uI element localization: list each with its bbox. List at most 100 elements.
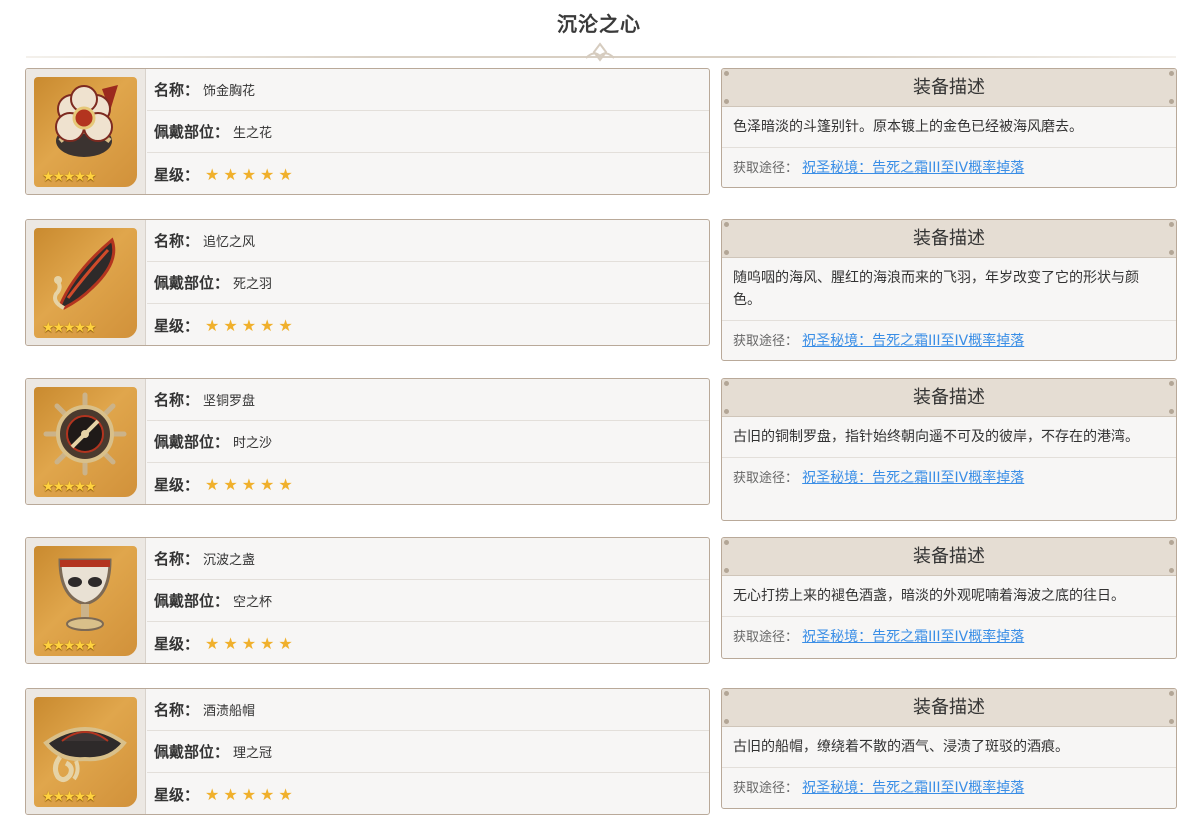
artifact-thumbnail-cell: ★★★★★ bbox=[26, 69, 146, 194]
artifact-info-card: ★★★★★ 名称： 酒渍船帽 佩戴部位： 理之冠 星级： ★★★★★ bbox=[25, 688, 710, 815]
name-row: 名称： 酒渍船帽 bbox=[147, 689, 709, 731]
slot-row: 佩戴部位： 理之冠 bbox=[147, 731, 709, 773]
name-label: 名称： bbox=[154, 81, 200, 99]
description-header: 装备描述 bbox=[722, 689, 1176, 727]
rarity-label: 星级： bbox=[154, 316, 200, 335]
artifact-slot: 死之羽 bbox=[233, 277, 273, 292]
description-text: 无心打捞上来的褪色酒盏，暗淡的外观呢喃着海波之底的往日。 bbox=[722, 576, 1176, 617]
description-title: 装备描述 bbox=[913, 228, 985, 249]
artifact-thumbnail-cell: ★★★★★ bbox=[26, 538, 146, 663]
description-header: 装备描述 bbox=[722, 379, 1176, 417]
artifact-thumbnail-cell: ★★★★★ bbox=[26, 689, 146, 814]
rarity-stars: ★★★★★ bbox=[205, 633, 297, 653]
source-link[interactable]: 祝圣秘境：告死之霜III至IV概率掉落 bbox=[802, 333, 1024, 349]
name-row: 名称： 追忆之风 bbox=[147, 220, 709, 262]
rarity-row: 星级： ★★★★★ bbox=[147, 622, 709, 663]
source-label: 获取途径： bbox=[733, 334, 799, 349]
rarity-label: 星级： bbox=[154, 475, 200, 494]
artifact-info-card: ★★★★★ 名称： 沉波之盏 佩戴部位： 空之杯 星级： ★★★★★ bbox=[25, 537, 710, 664]
source-label: 获取途径： bbox=[733, 471, 799, 486]
flower-brooch-icon bbox=[55, 85, 118, 157]
artifact-thumbnail-cell: ★★★★★ bbox=[26, 379, 146, 504]
feather-icon bbox=[53, 237, 116, 310]
source-link[interactable]: 祝圣秘境：告死之霜III至IV概率掉落 bbox=[802, 780, 1024, 796]
artifact-info-card: ★★★★★ 名称： 饰金胸花 佩戴部位： 生之花 星级： ★★★★★ bbox=[25, 68, 710, 195]
thumbnail-rarity-stars: ★★★★★ bbox=[42, 169, 97, 185]
source-row: 获取途径： 祝圣秘境：告死之霜III至IV概率掉落 bbox=[722, 321, 1176, 360]
description-card: 装备描述 无心打捞上来的褪色酒盏，暗淡的外观呢喃着海波之底的往日。 获取途径： … bbox=[721, 537, 1177, 659]
description-card: 装备描述 随呜咽的海风、腥红的海浪而来的飞羽，年岁改变了它的形状与颜色。 获取途… bbox=[721, 219, 1177, 361]
artifact-name: 饰金胸花 bbox=[203, 84, 256, 99]
artifact-thumbnail[interactable]: ★★★★★ bbox=[34, 697, 137, 807]
rarity-stars: ★★★★★ bbox=[205, 784, 297, 804]
name-label: 名称： bbox=[154, 391, 200, 409]
source-row: 获取途径： 祝圣秘境：告死之霜III至IV概率掉落 bbox=[722, 148, 1176, 187]
rarity-stars: ★★★★★ bbox=[205, 164, 297, 184]
description-title: 装备描述 bbox=[913, 77, 985, 98]
artifact-name: 追忆之风 bbox=[203, 235, 256, 250]
page-title: 沉沦之心 bbox=[557, 12, 641, 36]
artifact-slot: 生之花 bbox=[233, 126, 273, 141]
artifact-thumbnail[interactable]: ★★★★★ bbox=[34, 387, 137, 497]
source-link[interactable]: 祝圣秘境：告死之霜III至IV概率掉落 bbox=[802, 629, 1024, 645]
rarity-row: 星级： ★★★★★ bbox=[147, 463, 709, 504]
slot-label: 佩戴部位： bbox=[154, 123, 230, 141]
thumbnail-rarity-stars: ★★★★★ bbox=[42, 479, 97, 495]
thumbnail-rarity-stars: ★★★★★ bbox=[42, 320, 97, 336]
source-row: 获取途径： 祝圣秘境：告死之霜III至IV概率掉落 bbox=[722, 617, 1176, 657]
source-link[interactable]: 祝圣秘境：告死之霜III至IV概率掉落 bbox=[802, 160, 1024, 176]
artifact-name: 沉波之盏 bbox=[203, 553, 256, 568]
compass-icon bbox=[43, 392, 127, 476]
goblet-icon bbox=[58, 558, 112, 631]
tricorn-hat-icon bbox=[43, 727, 127, 783]
name-row: 名称： 坚铜罗盘 bbox=[147, 379, 709, 421]
artifact-name: 坚铜罗盘 bbox=[203, 394, 256, 409]
slot-label: 佩戴部位： bbox=[154, 743, 230, 761]
rarity-label: 星级： bbox=[154, 634, 200, 653]
source-link[interactable]: 祝圣秘境：告死之霜III至IV概率掉落 bbox=[802, 470, 1024, 486]
name-label: 名称： bbox=[154, 701, 200, 719]
description-text: 古旧的铜制罗盘，指针始终朝向遥不可及的彼岸，不存在的港湾。 bbox=[722, 417, 1176, 458]
description-card: 装备描述 古旧的铜制罗盘，指针始终朝向遥不可及的彼岸，不存在的港湾。 获取途径：… bbox=[721, 378, 1177, 521]
rarity-row: 星级： ★★★★★ bbox=[147, 153, 709, 194]
source-label: 获取途径： bbox=[733, 630, 799, 645]
description-header: 装备描述 bbox=[722, 69, 1176, 107]
thumbnail-rarity-stars: ★★★★★ bbox=[42, 638, 97, 654]
artifact-info-card: ★★★★★ 名称： 坚铜罗盘 佩戴部位： 时之沙 星级： ★★★★★ bbox=[25, 378, 710, 505]
name-label: 名称： bbox=[154, 232, 200, 250]
rarity-stars: ★★★★★ bbox=[205, 474, 297, 494]
artifact-info-card: ★★★★★ 名称： 追忆之风 佩戴部位： 死之羽 星级： ★★★★★ bbox=[25, 219, 710, 346]
artifact-slot: 理之冠 bbox=[233, 746, 273, 761]
ornament-icon bbox=[585, 42, 615, 62]
description-title: 装备描述 bbox=[913, 387, 985, 408]
rarity-label: 星级： bbox=[154, 785, 200, 804]
name-label: 名称： bbox=[154, 550, 200, 568]
thumbnail-rarity-stars: ★★★★★ bbox=[42, 789, 97, 805]
artifact-name: 酒渍船帽 bbox=[203, 704, 256, 719]
slot-row: 佩戴部位： 时之沙 bbox=[147, 421, 709, 463]
slot-label: 佩戴部位： bbox=[154, 274, 230, 292]
artifact-thumbnail-cell: ★★★★★ bbox=[26, 220, 146, 345]
rarity-row: 星级： ★★★★★ bbox=[147, 773, 709, 814]
name-row: 名称： 饰金胸花 bbox=[147, 69, 709, 111]
description-title: 装备描述 bbox=[913, 546, 985, 567]
slot-label: 佩戴部位： bbox=[154, 433, 230, 451]
description-header: 装备描述 bbox=[722, 220, 1176, 258]
artifact-thumbnail[interactable]: ★★★★★ bbox=[34, 546, 137, 656]
artifact-thumbnail[interactable]: ★★★★★ bbox=[34, 228, 137, 338]
source-label: 获取途径： bbox=[733, 161, 799, 176]
source-row: 获取途径： 祝圣秘境：告死之霜III至IV概率掉落 bbox=[722, 458, 1176, 498]
name-row: 名称： 沉波之盏 bbox=[147, 538, 709, 580]
rarity-stars: ★★★★★ bbox=[205, 315, 297, 335]
slot-row: 佩戴部位： 死之羽 bbox=[147, 262, 709, 304]
description-card: 装备描述 色泽暗淡的斗篷别针。原本镀上的金色已经被海风磨去。 获取途径： 祝圣秘… bbox=[721, 68, 1177, 188]
artifact-slot: 空之杯 bbox=[233, 595, 273, 610]
source-row: 获取途径： 祝圣秘境：告死之霜III至IV概率掉落 bbox=[722, 768, 1176, 808]
rarity-row: 星级： ★★★★★ bbox=[147, 304, 709, 345]
description-text: 古旧的船帽，缭绕着不散的酒气、浸渍了斑驳的酒痕。 bbox=[722, 727, 1176, 768]
description-text: 色泽暗淡的斗篷别针。原本镀上的金色已经被海风磨去。 bbox=[722, 107, 1176, 148]
artifact-thumbnail[interactable]: ★★★★★ bbox=[34, 77, 137, 187]
rarity-label: 星级： bbox=[154, 165, 200, 184]
source-label: 获取途径： bbox=[733, 781, 799, 796]
description-card: 装备描述 古旧的船帽，缭绕着不散的酒气、浸渍了斑驳的酒痕。 获取途径： 祝圣秘境… bbox=[721, 688, 1177, 809]
